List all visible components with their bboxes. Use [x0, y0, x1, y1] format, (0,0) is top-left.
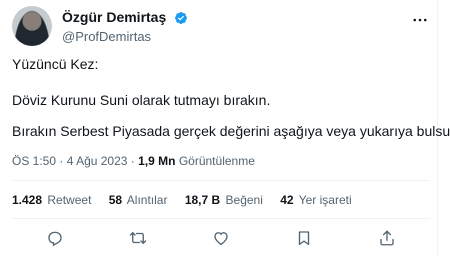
divider — [12, 180, 430, 181]
share-icon — [380, 230, 394, 246]
tweet-date[interactable]: 4 Ağu 2023 — [67, 154, 128, 168]
retweets-count: 1.428 — [12, 193, 43, 207]
likes-stat[interactable]: 18,7 B Beğeni — [185, 193, 263, 207]
views-label: Görüntülenme — [178, 154, 255, 168]
tweet-time[interactable]: ÖS 1:50 — [12, 154, 56, 168]
bookmarks-count: 42 — [280, 193, 294, 207]
retweet-button[interactable] — [127, 227, 149, 249]
share-button[interactable] — [376, 227, 398, 249]
engagement-stats: 1.428 Retweet 58 Alıntılar 18,7 B Beğeni… — [12, 193, 366, 207]
avatar[interactable] — [12, 6, 52, 46]
likes-count: 18,7 B — [184, 193, 221, 207]
reply-icon — [48, 231, 62, 247]
quotes-label: Alıntılar — [126, 193, 168, 207]
tweet-meta: ÖS 1:50 · 4 Ağu 2023 · 1,9 Mn Görüntülen… — [12, 154, 255, 168]
divider — [12, 218, 430, 219]
tweet-card: Özgür Demirtaş @ProfDemirtas Yüzüncü Kez… — [0, 0, 450, 256]
likes-label: Beğeni — [225, 193, 263, 207]
handle[interactable]: @ProfDemirtas — [62, 28, 188, 45]
tweet-text-line-3: Bırakın Serbest Piyasada gerçek değerini… — [12, 123, 450, 139]
action-bar — [12, 227, 430, 249]
views-count: 1,9 Mn — [138, 154, 176, 168]
quotes-count: 58 — [108, 193, 123, 207]
tweet-header: Özgür Demirtaş @ProfDemirtas — [12, 6, 430, 46]
tweet-text-line-1: Yüzüncü Kez: — [12, 56, 99, 72]
author-names: Özgür Demirtaş @ProfDemirtas — [62, 9, 188, 45]
more-horizontal-icon[interactable] — [410, 10, 430, 30]
verified-badge-icon — [174, 11, 187, 24]
quotes-stat[interactable]: 58 Alıntılar — [109, 193, 168, 207]
bookmarks-stat[interactable]: 42 Yer işareti — [280, 193, 351, 207]
heart-icon — [214, 232, 228, 246]
retweet-icon — [129, 232, 147, 244]
like-button[interactable] — [210, 227, 232, 249]
meta-separator: · — [130, 154, 135, 168]
retweets-label: Retweet — [47, 193, 92, 207]
bookmarks-label: Yer işareti — [298, 193, 352, 207]
bookmark-icon — [298, 231, 310, 246]
meta-separator: · — [59, 154, 64, 168]
retweets-stat[interactable]: 1.428 Retweet — [12, 193, 91, 207]
tweet-text-line-2: Döviz Kurunu Suni olarak tutmayı bırakın… — [12, 92, 271, 108]
bookmark-button[interactable] — [293, 227, 315, 249]
reply-button[interactable] — [44, 227, 66, 249]
display-name[interactable]: Özgür Demirtaş — [62, 9, 166, 26]
